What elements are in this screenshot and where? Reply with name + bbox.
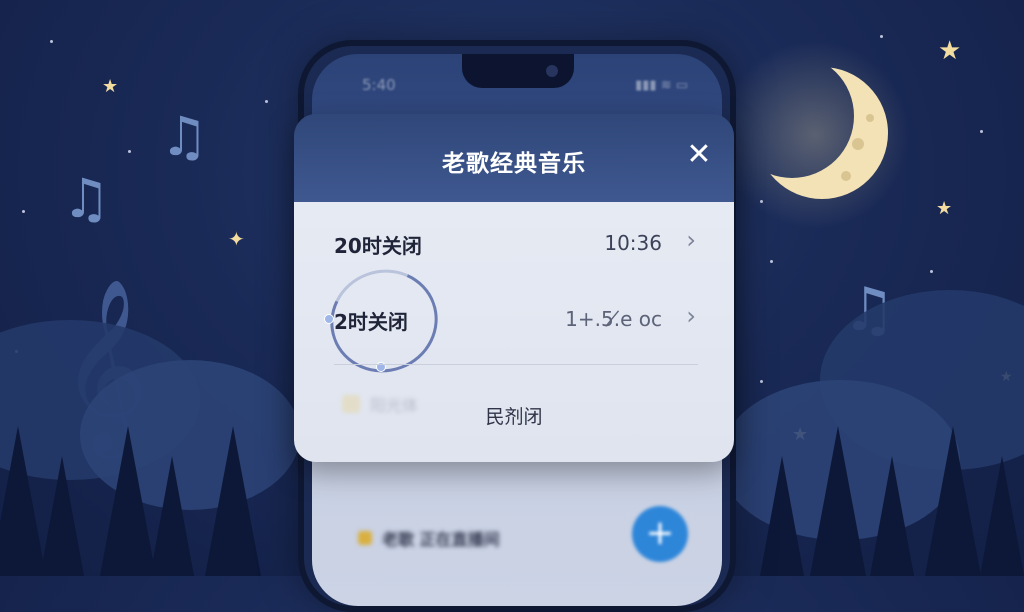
music-note-icon: ♫ [62,167,111,230]
close-timer-button[interactable]: 民剂闭 [294,402,734,429]
background-item-text: 老歌 正在直播间 [382,530,500,549]
star-dot [770,260,773,263]
music-note-icon: ♫ [160,105,209,168]
star-dot [22,210,25,213]
close-icon: ✕ [686,137,712,172]
star-dot [50,40,53,43]
star-dot [760,380,763,383]
star-dot [980,130,983,133]
pine-tree [810,426,866,576]
star-dot [880,35,883,38]
dialog-body: 20时关闭 10:36 › 2时关闭 1+.5.̸e oc › 阳光体 民剂闭 [294,202,734,462]
timer-option-2h[interactable]: 2时关闭 1+.5.̸e oc › [294,290,734,350]
status-icons: ▮▮▮ ≋ ▭ [635,78,688,93]
option-label: 2时关闭 [334,310,408,334]
chevron-right-icon: › [686,302,696,330]
option-value: 10:36 [604,231,662,255]
plus-icon: + [645,513,675,553]
pine-tree [980,456,1024,576]
pine-tree [40,456,84,576]
star-icon: ★ [936,198,953,219]
option-label: 20时关闭 [334,234,422,258]
pine-tree [925,426,981,576]
camera-icon [546,65,558,77]
dialog-header: 老歌经典音乐 ✕ [294,114,734,202]
sleep-timer-dialog: 老歌经典音乐 ✕ 20时关闭 10:36 › 2时关闭 1+.5.̸e oc ›… [294,114,734,462]
star-dot [930,270,933,273]
phone-notch [462,54,574,88]
timer-option-20h[interactable]: 20时关闭 10:36 › [294,214,734,274]
chevron-right-icon: › [686,226,696,254]
background-list-item: 老歌 正在直播间 [358,526,500,550]
star-dot [128,150,131,153]
crescent-moon-icon [756,67,888,199]
pine-tree [205,426,261,576]
pine-tree [870,456,914,576]
close-button[interactable]: ✕ [684,140,714,170]
tag-icon [358,531,372,545]
sparkle-icon: ✦ [228,227,245,251]
pine-tree [150,456,194,576]
divider [334,364,698,365]
add-fab-button[interactable]: + [632,506,688,562]
pine-tree [100,426,156,576]
dialog-title: 老歌经典音乐 [442,151,586,177]
option-value: 1+.5.̸e oc [565,307,662,331]
pine-tree [760,456,804,576]
status-time: 5:40 [362,76,396,94]
star-dot [265,100,268,103]
star-icon: ★ [102,76,119,97]
star-icon: ★ [938,36,962,66]
